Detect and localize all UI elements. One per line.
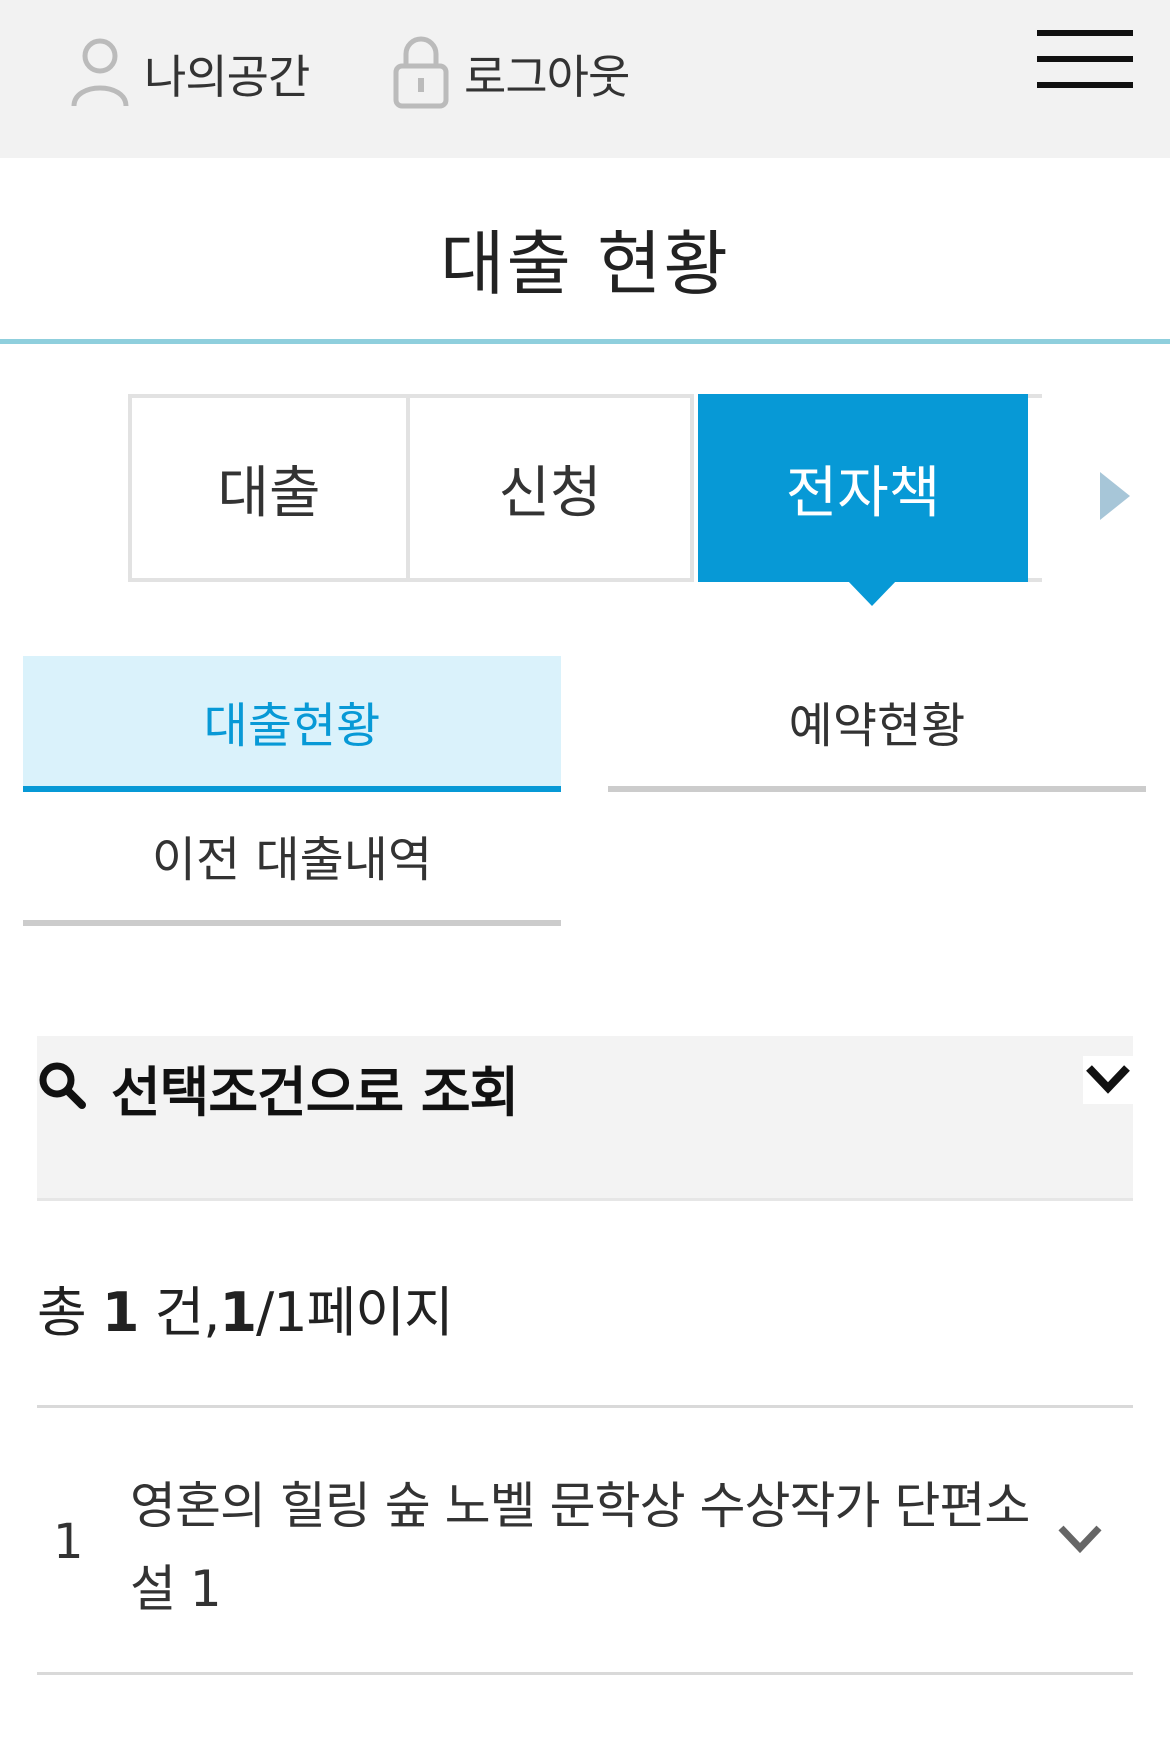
lock-icon <box>392 34 450 114</box>
divider <box>37 1672 1133 1675</box>
page-title: 대출 현황 <box>440 223 730 305</box>
divider <box>37 1405 1133 1408</box>
tab-request-label: 신청 <box>498 460 602 526</box>
chevron-down-icon[interactable] <box>1055 1518 1105 1562</box>
top-bar: 나의공간 로그아웃 <box>0 0 1170 158</box>
subtab-reservation-status-label: 예약현황 <box>788 698 966 754</box>
tab-loan-label: 대출 <box>217 460 321 526</box>
tab-loan[interactable]: 대출 <box>128 394 410 582</box>
user-icon <box>70 36 130 112</box>
tab-ebook-label: 전자책 <box>785 460 941 526</box>
page-title-section: 대출 현황 <box>0 158 1170 344</box>
summary-current-page: 1 <box>219 1281 257 1344</box>
search-condition-label: 선택조건으로 조회 <box>111 1061 519 1124</box>
subtab-loan-status[interactable]: 대출현황 <box>23 656 561 792</box>
summary-total-count: 1 <box>101 1281 140 1344</box>
subtab-reservation-status[interactable]: 예약현황 <box>608 656 1146 792</box>
next-tab-arrow-icon[interactable] <box>1100 472 1130 520</box>
summary-pages: /1페이지 <box>256 1281 454 1344</box>
summary-prefix: 총 <box>37 1281 102 1344</box>
tab-ebook[interactable]: 전자책 <box>698 394 1028 582</box>
search-icon <box>37 1060 87 1114</box>
list-item-index: 1 <box>53 1514 84 1570</box>
logout-link[interactable]: 로그아웃 <box>392 34 630 114</box>
subtab-loan-history[interactable]: 이전 대출내역 <box>23 790 561 926</box>
search-condition-toggle[interactable]: 선택조건으로 조회 <box>37 1036 1133 1201</box>
hamburger-menu-icon[interactable] <box>1037 30 1133 94</box>
chevron-down-icon <box>1083 1056 1133 1104</box>
summary-unit: 건, <box>138 1281 221 1344</box>
result-summary: 총 1 건,1/1페이지 <box>37 1268 454 1347</box>
active-tab-pointer <box>847 580 897 606</box>
logout-label: 로그아웃 <box>464 50 630 104</box>
subtab-loan-history-label: 이전 대출내역 <box>151 832 433 888</box>
tab-overflow-edge <box>1028 394 1042 582</box>
list-item-title: 영혼의 힐링 숲 노벨 문학상 수상작가 단편소설 1 <box>130 1477 1030 1618</box>
tab-request[interactable]: 신청 <box>410 394 694 582</box>
my-space-label: 나의공간 <box>144 50 310 104</box>
subtab-loan-status-label: 대출현황 <box>203 698 381 754</box>
my-space-link[interactable]: 나의공간 <box>70 34 310 114</box>
